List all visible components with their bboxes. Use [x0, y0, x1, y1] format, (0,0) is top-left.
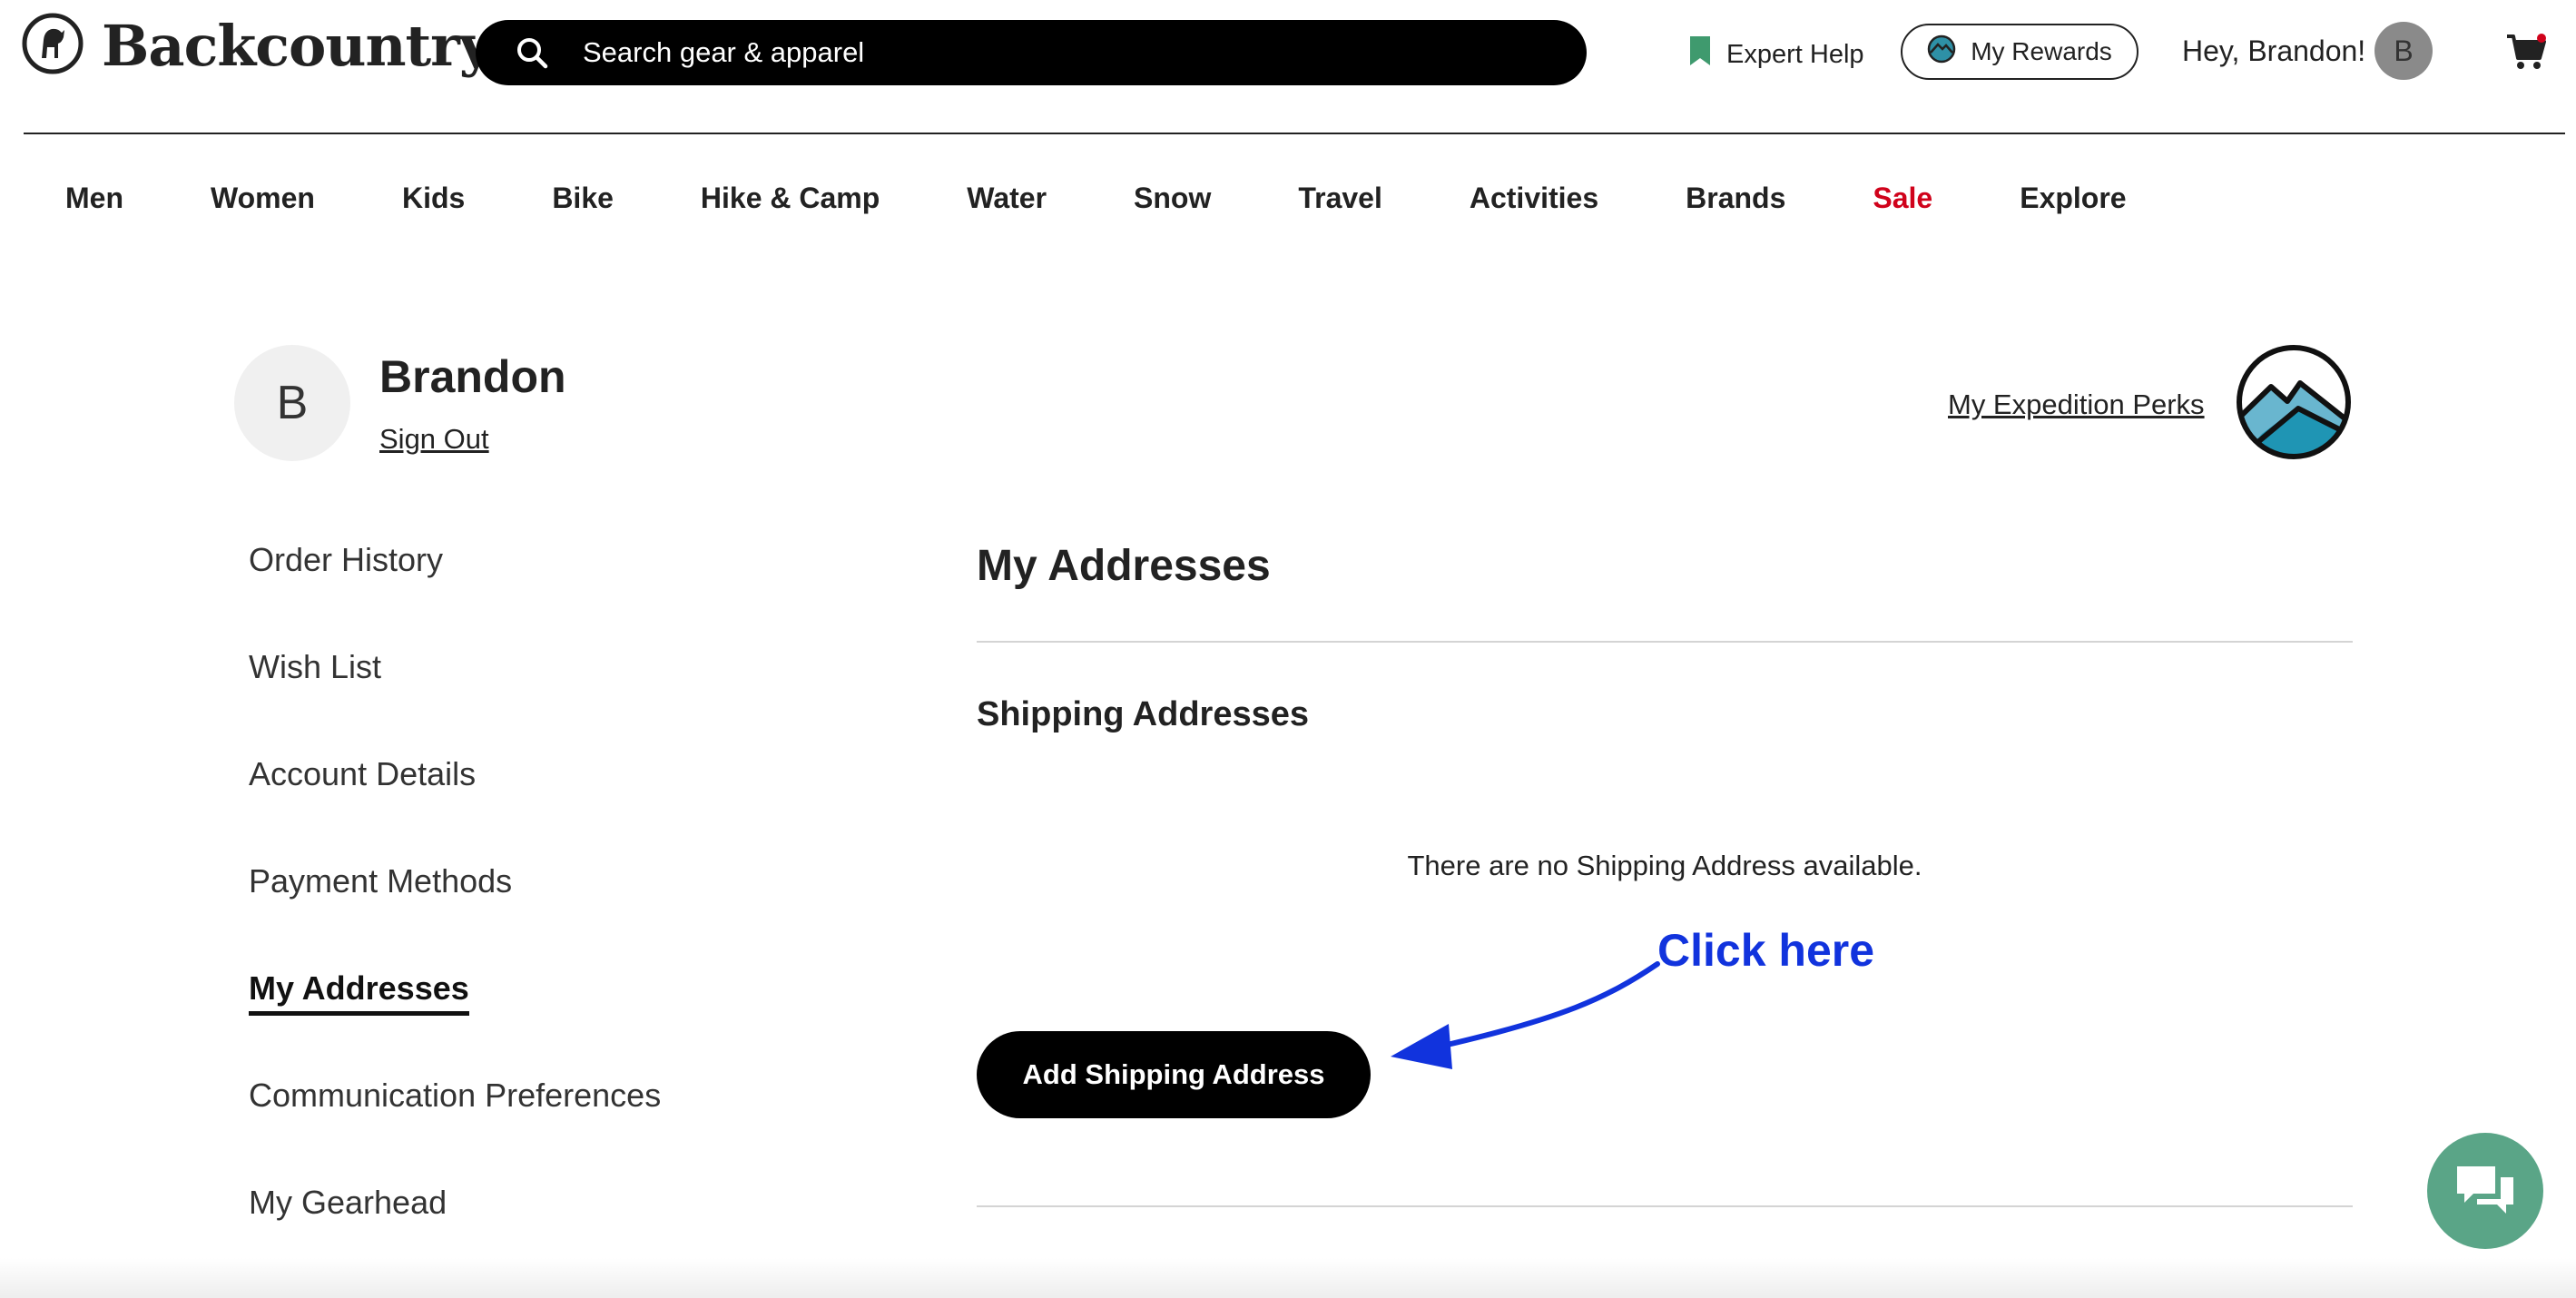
- annotation-click-here: Click here: [1657, 925, 1875, 976]
- search-icon[interactable]: [494, 34, 570, 71]
- profile-avatar: B: [234, 345, 350, 461]
- expedition-perks-badge-icon[interactable]: [2235, 343, 2353, 466]
- my-rewards-button[interactable]: My Rewards: [1901, 24, 2138, 80]
- expedition-perks-link[interactable]: My Expedition Perks: [1948, 388, 2205, 421]
- empty-addresses-message: There are no Shipping Address available.: [1407, 850, 1922, 881]
- chat-icon[interactable]: [2427, 1133, 2543, 1249]
- nav-item-snow[interactable]: Snow: [1134, 182, 1211, 215]
- sign-out-link[interactable]: Sign Out: [379, 423, 489, 456]
- section-divider: [977, 1205, 2353, 1207]
- expert-help-label: Expert Help: [1726, 39, 1864, 69]
- annotation-arrow-icon: [1380, 944, 1670, 1094]
- search-input[interactable]: [570, 36, 1545, 69]
- logo-text: Backcountry: [102, 12, 492, 79]
- add-shipping-address-button[interactable]: Add Shipping Address: [977, 1031, 1371, 1118]
- sidebar-item-account-details[interactable]: Account Details: [249, 755, 476, 793]
- nav-item-brands[interactable]: Brands: [1686, 182, 1785, 215]
- backcountry-logo[interactable]: Backcountry: [22, 12, 492, 79]
- sidebar-item-my-addresses[interactable]: My Addresses: [249, 969, 469, 1016]
- nav-item-men[interactable]: Men: [65, 182, 123, 215]
- user-greeting: Hey, Brandon!: [2182, 34, 2366, 67]
- mountain-badge-icon: [1927, 34, 1956, 70]
- my-rewards-label: My Rewards: [1971, 37, 2112, 65]
- nav-item-bike[interactable]: Bike: [552, 182, 614, 215]
- expert-help-link[interactable]: Expert Help: [1690, 36, 1864, 73]
- user-avatar[interactable]: B: [2374, 22, 2433, 80]
- cart-icon[interactable]: [2505, 33, 2547, 75]
- nav-item-sale[interactable]: Sale: [1873, 182, 1932, 215]
- page-title: My Addresses: [977, 542, 1271, 590]
- goat-logo-icon: [22, 13, 84, 79]
- bookmark-icon: [1690, 36, 1710, 73]
- title-divider: [977, 641, 2353, 643]
- nav-item-travel[interactable]: Travel: [1298, 182, 1382, 215]
- sidebar-item-payment-methods[interactable]: Payment Methods: [249, 862, 512, 900]
- nav-item-women[interactable]: Women: [211, 182, 315, 215]
- nav-item-hike-camp[interactable]: Hike & Camp: [701, 182, 880, 215]
- nav-item-water[interactable]: Water: [967, 182, 1047, 215]
- main-nav: Men Women Kids Bike Hike & Camp Water Sn…: [65, 182, 2214, 215]
- header-divider: [24, 133, 2565, 134]
- sidebar-item-communication-preferences[interactable]: Communication Preferences: [249, 1077, 661, 1115]
- nav-item-kids[interactable]: Kids: [402, 182, 465, 215]
- sidebar-item-wish-list[interactable]: Wish List: [249, 648, 381, 686]
- nav-item-explore[interactable]: Explore: [2020, 182, 2126, 215]
- profile-name: Brandon: [379, 351, 566, 402]
- search-bar[interactable]: [476, 20, 1587, 85]
- shipping-section-title: Shipping Addresses: [977, 695, 1309, 733]
- sidebar-item-my-gearhead[interactable]: My Gearhead: [249, 1184, 447, 1222]
- bottom-shadow: [0, 1258, 2576, 1298]
- nav-item-activities[interactable]: Activities: [1470, 182, 1598, 215]
- sidebar-item-order-history[interactable]: Order History: [249, 541, 443, 579]
